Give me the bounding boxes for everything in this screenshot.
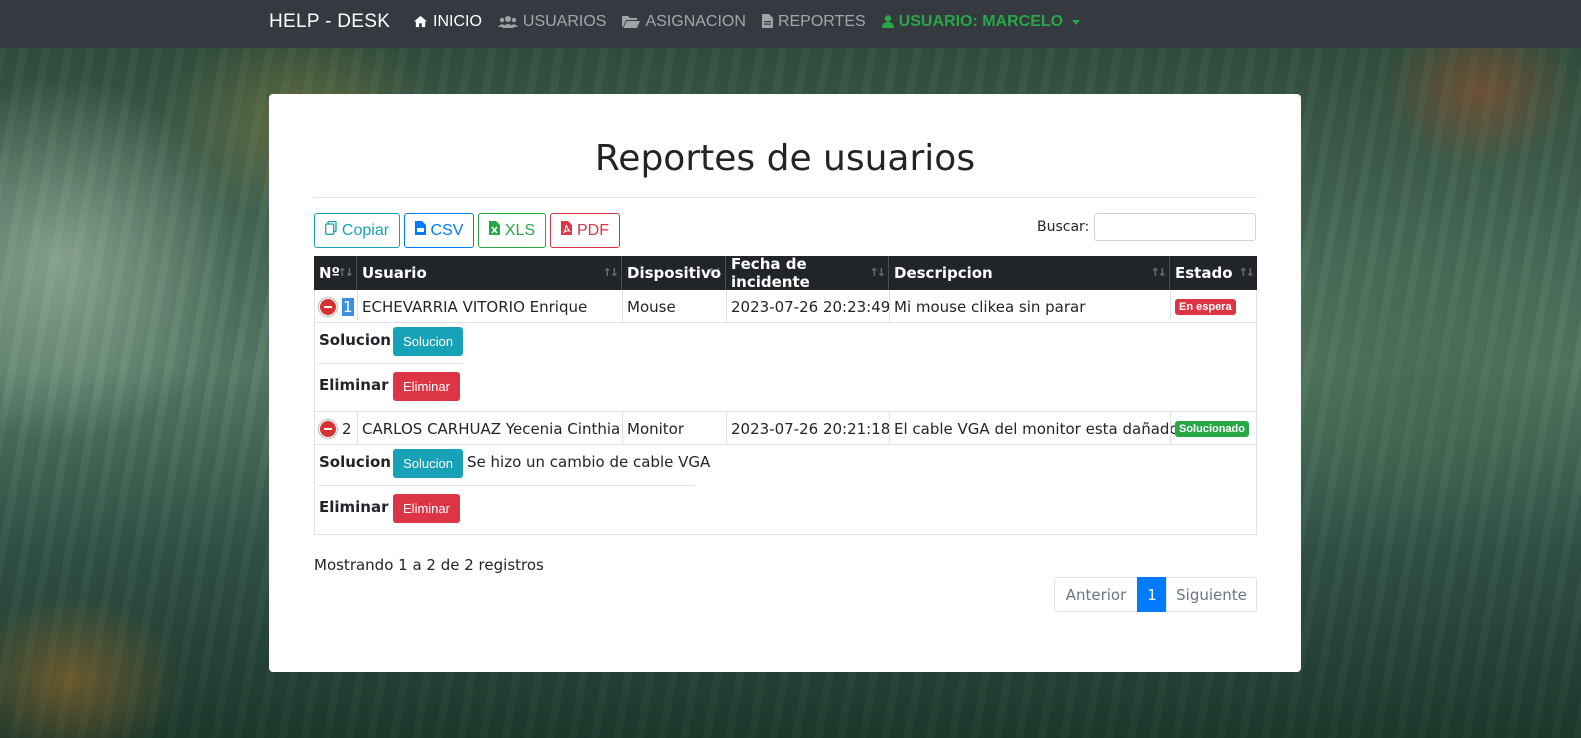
solucion-label: Solucion xyxy=(319,331,391,349)
nav-item-usuarios[interactable]: USUARIOS xyxy=(497,13,607,31)
cell-dispositivo: Monitor xyxy=(627,419,685,438)
column-header-usuario[interactable]: Usuario ↑↓ xyxy=(357,256,622,290)
sort-icon: ↑↓ xyxy=(1238,266,1256,279)
file-icon xyxy=(761,14,773,30)
xls-button-label: XLS xyxy=(504,221,536,239)
column-header-estado[interactable]: Estado ↑↓ xyxy=(1170,256,1257,290)
collapse-row-icon[interactable] xyxy=(319,419,337,438)
pagination-next[interactable]: Siguiente xyxy=(1166,577,1257,612)
row-divider xyxy=(314,444,1257,445)
pdf-button-label: PDF xyxy=(577,221,609,239)
nav-item-asignacion[interactable]: ASIGNACION xyxy=(622,13,746,31)
column-header-label: Estado xyxy=(1175,264,1233,282)
users-icon xyxy=(497,15,518,30)
cell-divider xyxy=(889,412,890,445)
solucion-label: Solucion xyxy=(319,453,391,471)
row-num-cell[interactable]: 1 xyxy=(314,290,357,323)
table-border xyxy=(314,534,1257,535)
sort-icon: ↑↓ xyxy=(706,266,724,279)
title-divider xyxy=(314,197,1257,198)
cell-usuario: ECHEVARRIA VITORIO Enrique xyxy=(362,297,588,316)
csv-button-label: CSV xyxy=(430,221,464,239)
status-badge: Solucionado xyxy=(1175,420,1249,437)
cell-descripcion: El cable VGA del monitor esta dañado xyxy=(894,419,1179,438)
page-title: Reportes de usuarios xyxy=(594,138,976,179)
xls-button[interactable]: XLS xyxy=(478,213,546,248)
status-badge: En espera xyxy=(1175,298,1236,315)
cell-divider xyxy=(889,290,890,323)
csv-button[interactable]: CSV xyxy=(404,213,474,248)
eliminar-button[interactable]: Eliminar xyxy=(393,494,460,523)
row-number: 1 xyxy=(342,297,354,316)
file-excel-icon xyxy=(488,221,500,240)
search-input[interactable] xyxy=(1094,213,1256,241)
table-info: Mostrando 1 a 2 de 2 registros xyxy=(314,556,544,574)
cell-divider xyxy=(357,290,358,323)
top-navbar: HELP - DESK INICIO USUARIOS ASIGNACION R… xyxy=(0,0,1581,48)
cell-usuario: CARLOS CARHUAZ Yecenia Cinthia xyxy=(362,419,621,438)
row-divider xyxy=(314,322,1257,323)
nav-item-reportes[interactable]: REPORTES xyxy=(761,13,866,31)
sort-icon: ↑↓ xyxy=(869,266,887,279)
cell-divider xyxy=(726,412,727,445)
cell-estado: Solucionado xyxy=(1170,412,1257,445)
column-header-dispositivo[interactable]: Dispositivo ↑↓ xyxy=(622,256,726,290)
copy-button[interactable]: Copiar xyxy=(314,213,400,248)
cell-fecha: 2023-07-26 20:23:49 xyxy=(731,297,891,316)
collapse-row-icon[interactable] xyxy=(319,297,337,316)
column-header-num[interactable]: Nº ↑↓ xyxy=(314,256,357,290)
column-header-label: Descripcion xyxy=(894,264,993,282)
eliminar-button[interactable]: Eliminar xyxy=(393,372,460,401)
solucion-button[interactable]: Solucion xyxy=(393,327,463,356)
solucion-button[interactable]: Solucion xyxy=(393,449,463,478)
cell-divider xyxy=(726,290,727,323)
sort-icon: ↑↓ xyxy=(1150,266,1168,279)
eliminar-label: Eliminar xyxy=(319,498,389,516)
cell-descripcion: Mi mouse clikea sin parar xyxy=(894,297,1086,316)
file-pdf-icon xyxy=(561,221,572,240)
nav-item-label: INICIO xyxy=(433,13,482,30)
eliminar-label: Eliminar xyxy=(319,376,389,394)
row-num-cell[interactable]: 2 xyxy=(314,412,357,445)
sort-icon: ↑↓ xyxy=(602,266,620,279)
cell-divider xyxy=(622,412,623,445)
copy-icon xyxy=(324,220,337,240)
home-icon xyxy=(413,15,428,30)
file-csv-icon xyxy=(414,221,426,240)
column-header-label: Fecha de incidente xyxy=(731,255,810,291)
nav-item-label: REPORTES xyxy=(777,13,866,30)
cell-divider xyxy=(357,412,358,445)
cell-dispositivo: Mouse xyxy=(627,297,676,316)
cell-divider xyxy=(1170,290,1171,323)
cell-estado: En espera xyxy=(1170,290,1257,323)
folder-open-icon xyxy=(622,15,641,30)
pdf-button[interactable]: PDF xyxy=(550,213,620,248)
detail-divider xyxy=(318,485,695,486)
user-icon xyxy=(881,14,894,30)
nav-item-label: USUARIOS xyxy=(522,13,607,30)
chevron-down-icon xyxy=(1072,19,1081,25)
column-header-label: Usuario xyxy=(362,264,427,282)
nav-item-inicio[interactable]: INICIO xyxy=(413,13,482,31)
solucion-text: Se hizo un cambio de cable VGA xyxy=(467,453,711,471)
cell-divider xyxy=(622,290,623,323)
cell-divider xyxy=(1170,412,1171,445)
pagination-page-1[interactable]: 1 xyxy=(1137,577,1167,612)
search-label: Buscar: xyxy=(1037,219,1090,235)
pagination-prev[interactable]: Anterior xyxy=(1054,577,1138,612)
column-header-fecha[interactable]: Fecha de incidente ↑↓ xyxy=(726,255,889,291)
sort-icon: ↑↓ xyxy=(337,266,355,279)
brand-logo[interactable]: HELP - DESK xyxy=(269,11,390,33)
row-number: 2 xyxy=(342,419,352,438)
nav-item-label: ASIGNACION xyxy=(645,13,746,30)
column-header-descripcion[interactable]: Descripcion ↑↓ xyxy=(889,256,1170,290)
detail-divider xyxy=(318,363,463,364)
nav-user-label: USUARIO: MARCELO xyxy=(898,13,1064,30)
copy-button-label: Copiar xyxy=(341,221,390,239)
nav-menu: INICIO USUARIOS ASIGNACION REPORTES USUA… xyxy=(413,13,1081,31)
nav-user-dropdown[interactable]: USUARIO: MARCELO xyxy=(881,13,1081,31)
cell-fecha: 2023-07-26 20:21:18 xyxy=(731,419,891,438)
